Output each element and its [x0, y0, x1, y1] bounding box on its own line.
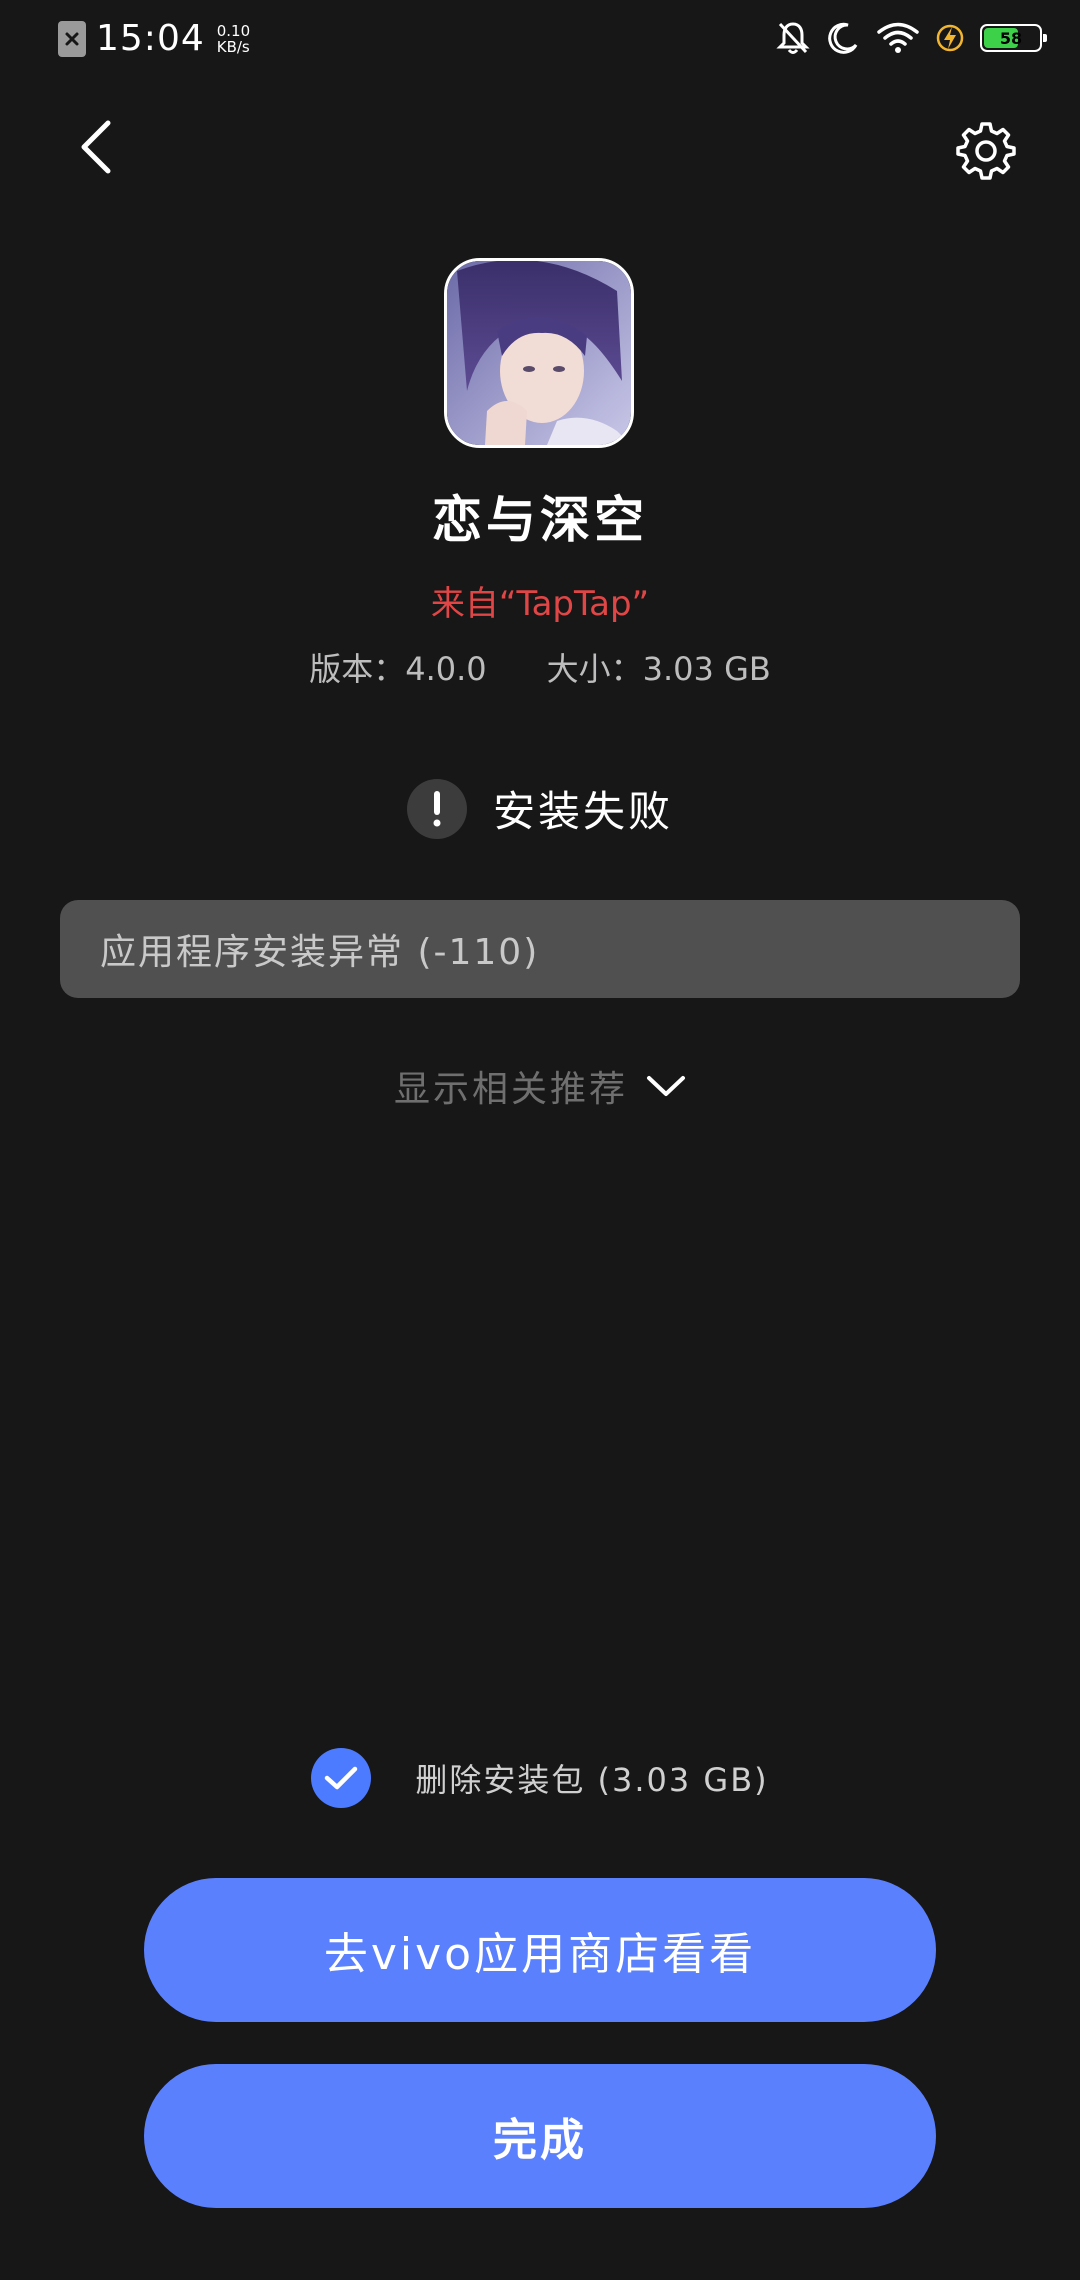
check-icon [325, 1766, 358, 1790]
status-right: 58 [776, 20, 1047, 56]
exclamation-icon [406, 778, 467, 839]
network-speed-value: 0.10 [216, 21, 251, 40]
delete-package-row: 删除安装包 (3.03 GB) [0, 1748, 1080, 1808]
install-status: 安装失败 [0, 778, 1080, 839]
status-time: 15:04 [96, 18, 205, 59]
chevron-left-icon [81, 120, 111, 174]
battery-level: 58 [999, 28, 1023, 48]
moon-icon [828, 22, 858, 54]
network-speed: 0.10 KB/s [217, 23, 250, 55]
back-button[interactable] [64, 115, 128, 179]
app-name: 恋与深空 [432, 491, 648, 549]
gear-icon [956, 122, 1016, 180]
app-source: 来自“TapTap” [430, 584, 650, 624]
size-label: 大小： [546, 650, 643, 688]
mute-bell-icon [776, 22, 810, 54]
version-label: 版本： [309, 650, 406, 688]
delete-package-checkbox[interactable] [311, 1748, 372, 1808]
app-icon [444, 258, 634, 448]
error-message: 应用程序安装异常 (-110) [100, 932, 540, 973]
go-to-store-button[interactable]: 去vivo应用商店看看 [144, 1878, 936, 2022]
app-meta: 版本：4.0.0 大小：3.03 GB [0, 644, 1080, 690]
error-message-box: 应用程序安装异常 (-110) [60, 900, 1020, 998]
done-button[interactable]: 完成 [144, 2064, 936, 2208]
version-value: 4.0.0 [405, 650, 487, 688]
settings-button[interactable] [954, 118, 1018, 182]
chevron-down-icon [647, 1076, 685, 1096]
status-bar: 15:04 0.10 KB/s 58 [0, 0, 1080, 80]
battery-icon: 58 [980, 24, 1047, 52]
charging-icon [936, 24, 964, 52]
network-speed-unit: KB/s [216, 37, 250, 56]
size-value: 3.03 GB [642, 650, 771, 688]
delete-package-label: 删除安装包 (3.03 GB) [415, 1761, 769, 1799]
install-status-text: 安装失败 [492, 787, 673, 836]
wifi-icon [877, 22, 919, 53]
recommend-label: 显示相关推荐 [393, 1069, 628, 1110]
show-recommendations-toggle[interactable]: 显示相关推荐 [0, 1060, 1080, 1112]
status-left: 15:04 0.10 KB/s [58, 18, 250, 59]
sim-disabled-icon [58, 20, 86, 57]
